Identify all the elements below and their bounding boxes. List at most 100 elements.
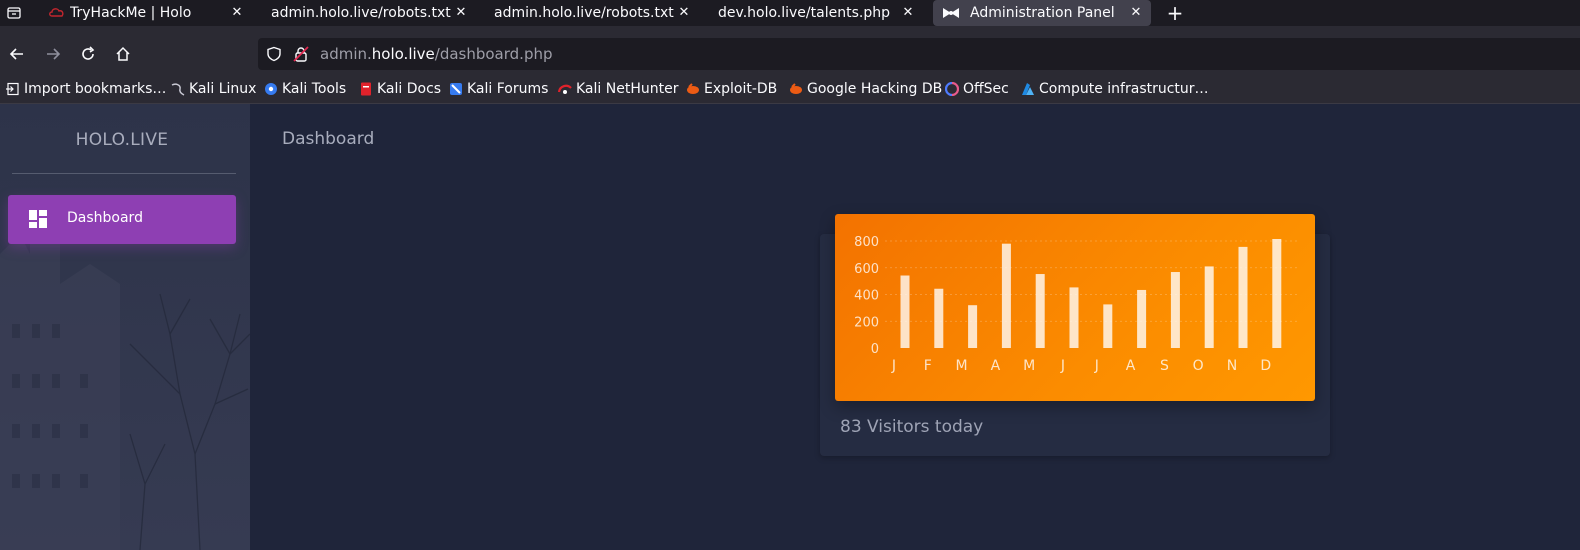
bookmark-kali-linux[interactable]: Kali Linux [171,80,256,98]
bookmark-label: Google Hacking DB [807,81,943,97]
bookmark-kali-docs[interactable]: Kali Docs [359,80,441,98]
site-info-button[interactable] [263,43,285,65]
y-tick-label: 0 [871,342,879,357]
bookmark-exploit-db[interactable]: Exploit-DB [686,80,777,98]
bar [968,305,978,348]
tab-title: admin.holo.live/robots.txt [494,5,674,21]
tab-title: dev.holo.live/talents.php [718,5,890,21]
tab-title: TryHackMe | Holo [70,5,192,21]
kali-forums-icon [450,83,462,95]
bookmark-kali-tools[interactable]: Kali Tools [264,80,346,98]
new-tab-button[interactable]: + [1164,1,1186,25]
tab-title: Administration Panel [970,5,1115,21]
x-tick-label: M [1023,358,1035,374]
bar [1238,246,1248,348]
bookmark-kali-nethunter[interactable]: Kali NetHunter [558,80,678,98]
bookmark-label: Kali Docs [377,81,442,97]
tab-4[interactable]: dev.holo.live/talents.php ✕ [709,0,923,26]
x-tick-label: F [924,358,932,374]
tryhackme-icon [49,8,64,17]
dashboard-icon [29,210,47,228]
arrow-right-icon [47,48,61,60]
bookmark-label: OffSec [963,81,1009,97]
sidebar-background-image [0,104,250,550]
x-tick-label: S [1160,358,1169,374]
app-logo[interactable]: HOLO.LIVE [0,130,244,150]
bookmark-label: Kali NetHunter [576,81,679,97]
visitors-chart: 800 600 400 200 0 J F M A M J J A S O N D [835,214,1315,401]
bar [1035,274,1045,348]
y-tick-label: 400 [854,289,879,304]
bookmark-label: Exploit-DB [704,81,778,97]
bookmark-compute-infrastructure[interactable]: Compute infrastructur… [1021,80,1209,98]
bookmark-google-hacking-db[interactable]: Google Hacking DB [789,80,942,98]
bar [1204,266,1214,348]
visitors-today-text: 83 Visitors today [840,417,984,437]
bookmark-label: Kali Forums [467,81,549,97]
x-tick-label: M [956,358,968,374]
back-button[interactable] [6,43,28,65]
url-host: holo.live [371,45,435,63]
forward-button[interactable] [42,43,64,65]
tab-5-active[interactable]: Administration Panel ✕ [933,0,1151,26]
bookmark-offsec[interactable]: OffSec [945,80,1009,98]
divider [12,173,236,174]
x-tick-label: N [1227,358,1237,374]
bookmark-label: Kali Tools [282,81,347,97]
tab-list-icon [7,7,21,19]
url-prefix: admin. [320,45,372,63]
sidebar-item-label: Dashboard [67,210,143,226]
bar [1272,239,1282,348]
shield-icon [267,46,281,62]
exploit-db-icon [687,83,699,94]
azure-icon [1022,83,1034,95]
bookmark-label: Compute infrastructur… [1039,81,1209,97]
reload-button[interactable] [77,43,99,65]
bookmark-label: Kali Linux [189,81,257,97]
close-icon[interactable]: ✕ [677,5,691,20]
x-tick-label: A [991,358,1001,374]
kali-dragon-icon [171,83,185,96]
bookmark-label: Import bookmarks… [24,81,167,97]
tab-1[interactable]: TryHackMe | Holo ✕ [40,0,252,26]
bar [1069,287,1079,348]
arrow-left-icon [9,48,23,60]
bow-icon [943,8,959,18]
home-button[interactable] [112,43,134,65]
insecure-lock-icon [293,46,309,62]
sidebar-item-dashboard[interactable]: Dashboard [8,195,236,244]
bar [934,288,944,348]
tab-3[interactable]: admin.holo.live/robots.txt ✕ [485,0,699,26]
nethunter-icon [558,84,572,94]
tab-list-button[interactable] [0,0,28,26]
close-icon[interactable]: ✕ [901,5,915,20]
admin-page: HOLO.LIVE Dashboard Dashboard 800 600 400 2… [0,104,1580,550]
y-tick-label: 200 [854,315,879,330]
x-tick-label: J [1094,358,1099,374]
x-tick-label: A [1126,358,1136,374]
connection-info-button[interactable] [290,43,312,65]
close-icon[interactable]: ✕ [1129,5,1143,20]
close-icon[interactable]: ✕ [454,5,468,20]
bar-chart: 8006004002000J F M A M J J A S O N D [854,235,1297,374]
ghdb-icon [790,83,802,94]
kali-docs-icon [361,82,371,96]
bar [1170,272,1180,348]
tab-bar: TryHackMe | Holo ✕ admin.holo.live/robot… [0,0,1580,26]
tab-2[interactable]: admin.holo.live/robots.txt ✕ [262,0,476,26]
close-icon[interactable]: ✕ [230,5,244,20]
bookmark-import[interactable]: Import bookmarks… [6,80,166,98]
x-tick-label: D [1260,358,1271,374]
import-icon [6,82,19,96]
home-icon [116,46,130,61]
bar [1137,289,1147,348]
x-tick-label: J [1060,358,1065,374]
x-tick-label: J [891,358,896,374]
sidebar: HOLO.LIVE Dashboard [0,104,250,550]
reload-icon [82,46,95,60]
bar [900,275,910,348]
bookmark-kali-forums[interactable]: Kali Forums [449,80,548,98]
url-path: /dashboard.php [434,45,553,63]
url-text[interactable]: admin.holo.live/dashboard.php [320,45,553,63]
bar [1103,304,1113,348]
